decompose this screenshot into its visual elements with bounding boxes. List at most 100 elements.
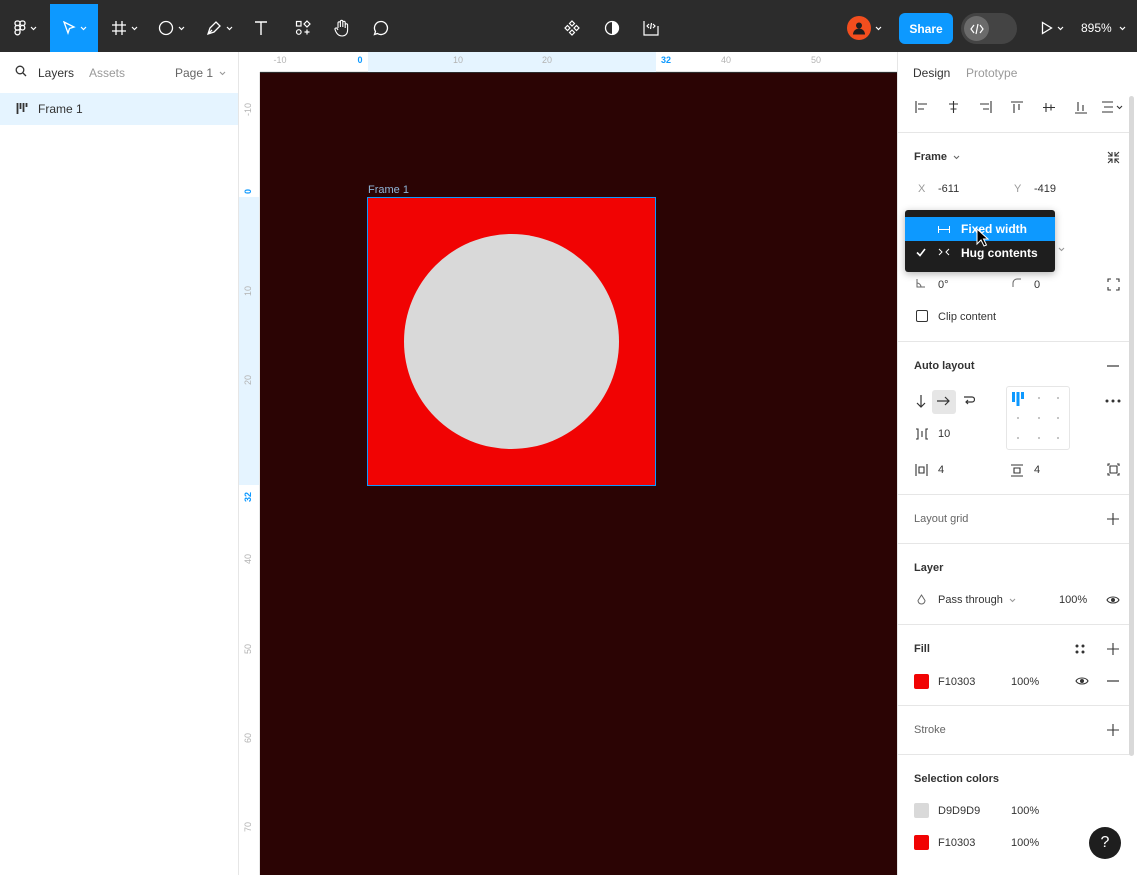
eye-icon[interactable]	[1106, 595, 1120, 605]
frame-type-select[interactable]: Frame	[914, 151, 960, 163]
ruler-tick: 0	[243, 188, 253, 194]
arrow-down-icon[interactable]	[916, 395, 926, 408]
auto-layout-title: Auto layout	[914, 360, 975, 372]
components-button[interactable]	[554, 4, 590, 52]
selection-color-opacity[interactable]: 100%	[1011, 837, 1039, 849]
text-tool-button[interactable]	[244, 4, 278, 52]
search-icon[interactable]	[15, 65, 27, 77]
layer-row-frame-1[interactable]: Frame 1	[0, 93, 238, 125]
rotation-input[interactable]: 0°	[938, 279, 949, 291]
crop-code-button[interactable]	[633, 4, 669, 52]
frame-label[interactable]: Frame 1	[368, 184, 409, 196]
selection-color-hex[interactable]: D9D9D9	[938, 805, 980, 817]
independent-corners-icon[interactable]	[1107, 278, 1120, 291]
ellipse[interactable]	[404, 234, 619, 449]
ruler-tick: 50	[810, 55, 822, 65]
selection-color-opacity[interactable]: 100%	[1011, 805, 1039, 817]
distribute-icon[interactable]	[1102, 101, 1124, 113]
tab-layers[interactable]: Layers	[38, 66, 74, 80]
minus-icon[interactable]	[1107, 680, 1119, 682]
frame-1[interactable]	[367, 197, 656, 486]
frame-tool-button[interactable]	[104, 4, 144, 52]
zoom-menu[interactable]: 895%	[1081, 21, 1126, 35]
ruler-corner	[239, 52, 260, 72]
pen-tool-button[interactable]	[198, 4, 240, 52]
collapse-icon[interactable]	[1107, 151, 1120, 164]
avatar	[846, 16, 871, 40]
eye-icon[interactable]	[1075, 676, 1089, 686]
chevron-down-icon	[1009, 598, 1016, 602]
gap-input[interactable]: 10	[938, 428, 950, 440]
checkmark-icon	[916, 248, 926, 257]
rotation-icon	[916, 279, 925, 288]
align-center-horizontal-icon[interactable]	[947, 101, 960, 113]
plus-icon[interactable]	[1107, 643, 1119, 655]
padding-horizontal-input[interactable]: 4	[938, 464, 944, 476]
more-options-icon[interactable]	[1105, 399, 1121, 403]
comment-tool-button[interactable]	[363, 4, 399, 52]
align-bottom-icon[interactable]	[1075, 101, 1087, 114]
fill-swatch[interactable]	[914, 674, 929, 689]
plus-icon[interactable]	[1107, 724, 1119, 736]
y-input[interactable]: -419	[1034, 183, 1056, 195]
help-button[interactable]: ?	[1089, 827, 1121, 859]
code-frame-icon	[643, 21, 659, 36]
align-center-vertical-icon[interactable]	[1043, 101, 1055, 114]
panel-scrollbar[interactable]	[1129, 96, 1134, 756]
chevron-down-icon	[131, 26, 137, 30]
page-select[interactable]: Page 1	[175, 66, 226, 80]
styles-icon[interactable]	[1075, 644, 1085, 654]
tab-prototype[interactable]: Prototype	[966, 66, 1017, 80]
chevron-down-icon[interactable]	[1058, 247, 1065, 252]
padding-vertical-input[interactable]: 4	[1034, 464, 1040, 476]
tab-design[interactable]: Design	[913, 66, 950, 80]
tab-assets[interactable]: Assets	[89, 66, 125, 80]
x-input[interactable]: -611	[938, 183, 959, 195]
alignment-box[interactable]	[1006, 386, 1070, 450]
layout-grid-section: Layout grid	[898, 495, 1130, 544]
main-menu-button[interactable]	[4, 4, 46, 52]
shape-tool-button[interactable]	[150, 4, 192, 52]
fill-hex-input[interactable]: F10303	[938, 676, 975, 688]
direction-horizontal-button[interactable]	[932, 390, 956, 414]
code-icon	[969, 23, 984, 34]
spacing-icon	[916, 428, 928, 440]
move-tool-button[interactable]	[50, 4, 98, 52]
component-icon	[564, 20, 580, 36]
present-button[interactable]	[1032, 4, 1072, 52]
align-right-icon[interactable]	[979, 101, 992, 113]
chevron-down-icon	[953, 155, 960, 159]
fill-title: Fill	[914, 643, 930, 655]
blend-mode-label: Pass through	[938, 594, 1003, 606]
fill-opacity-input[interactable]: 100%	[1011, 676, 1039, 688]
ruler-tick: 50	[243, 643, 253, 654]
ruler-selection-highlight	[368, 52, 656, 72]
layer-opacity-input[interactable]: 100%	[1059, 594, 1087, 606]
corner-radius-input[interactable]: 0	[1034, 279, 1040, 291]
ruler-tick: 20	[541, 55, 553, 65]
alignment-grid-icon	[1012, 392, 1059, 439]
arrow-right-icon	[937, 396, 950, 406]
clip-content-checkbox[interactable]	[916, 310, 928, 322]
selection-color-hex[interactable]: F10303	[938, 837, 975, 849]
layers-panel: Layers Assets Page 1 Frame 1	[0, 52, 239, 875]
align-top-icon[interactable]	[1011, 101, 1023, 114]
minus-icon[interactable]	[1107, 365, 1119, 367]
align-left-icon[interactable]	[915, 101, 928, 113]
canvas[interactable]: Frame 1	[260, 73, 897, 875]
plus-icon[interactable]	[1107, 513, 1119, 525]
selection-color-swatch[interactable]	[914, 835, 929, 850]
individual-padding-icon[interactable]	[1107, 463, 1120, 476]
mask-button[interactable]	[594, 4, 630, 52]
hand-tool-button[interactable]	[324, 4, 360, 52]
avatar-button[interactable]	[840, 4, 888, 52]
selection-color-swatch[interactable]	[914, 803, 929, 818]
resources-tool-button[interactable]	[285, 4, 321, 52]
dropdown-item-label: Hug contents	[961, 246, 1038, 260]
share-button[interactable]: Share	[899, 13, 953, 44]
wrap-icon[interactable]	[963, 395, 975, 407]
blend-mode-select[interactable]: Pass through	[938, 594, 1016, 606]
chevron-down-icon	[226, 26, 232, 30]
cursor-icon	[62, 21, 76, 35]
dev-mode-toggle[interactable]	[961, 13, 1017, 44]
